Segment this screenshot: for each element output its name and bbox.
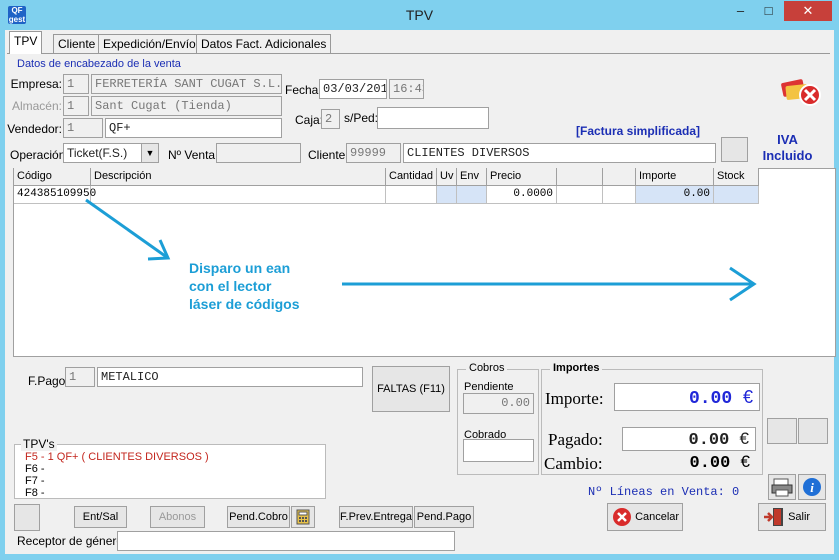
calculator-icon[interactable] [291, 506, 315, 528]
annotation-line1: Disparo un ean [189, 260, 291, 276]
cobros-title: Cobros [466, 362, 508, 374]
salir-button[interactable]: Salir [758, 503, 826, 531]
tab-tpv[interactable]: TPV [9, 31, 43, 54]
annotation-line2: con el lector [189, 278, 272, 294]
pagado-field[interactable]: 0.00 € [622, 427, 756, 451]
bottom-left-button[interactable] [14, 504, 40, 531]
fprev-entrega-button[interactable]: F.Prev.Entrega [339, 506, 413, 528]
printer-icon[interactable] [768, 474, 796, 500]
abonos-button[interactable]: Abonos [150, 506, 205, 528]
info-icon[interactable]: i [798, 474, 826, 500]
cambio-label: Cambio: [544, 454, 603, 473]
pendpago-button[interactable]: Pend.Pago [414, 506, 474, 528]
fpago-name-field[interactable]: METALICO [97, 367, 363, 387]
cancel-icon [613, 508, 631, 527]
cancelar-label: Cancelar [635, 511, 680, 523]
pendiente-label: Pendiente [464, 381, 514, 393]
importe-currency: € [742, 387, 753, 407]
svg-text:i: i [810, 480, 814, 495]
receptor-field[interactable] [117, 531, 455, 551]
side-button-right[interactable] [798, 418, 828, 444]
fpago-code-field[interactable]: 1 [65, 367, 95, 387]
pagado-value: 0.00 [688, 431, 730, 450]
pagado-currency: € [739, 429, 749, 448]
faltas-button[interactable]: FALTAS (F11) [372, 366, 450, 412]
annotation-line3: láser de códigos [189, 296, 300, 312]
importe-value: 0.00 [688, 389, 733, 409]
lineas-venta: Nº Líneas en Venta: 0 [588, 485, 740, 499]
importe-field[interactable]: 0.00 € [614, 383, 760, 411]
cambio-value: 0.00 [689, 454, 731, 473]
tpv-f6[interactable]: F6 - [25, 463, 45, 475]
pendcobro-button[interactable]: Pend.Cobro [227, 506, 290, 528]
salir-label: Salir [788, 511, 811, 523]
side-button-left[interactable] [767, 418, 797, 444]
importe-label: Importe: [545, 389, 604, 408]
receptor-label: Receptor de género [17, 534, 124, 548]
tpvs-title: TPV's [21, 437, 57, 451]
importes-title: Importes [550, 362, 603, 374]
cambio-value-box: 0.00 € [622, 452, 756, 476]
cobrado-field[interactable] [463, 439, 534, 462]
fpago-label: F.Pago [28, 374, 66, 388]
cancelar-button[interactable]: Cancelar [607, 503, 683, 531]
pagado-label: Pagado: [548, 430, 603, 449]
entsal-button[interactable]: Ent/Sal [74, 506, 127, 528]
tpv-f8[interactable]: F8 - [25, 487, 45, 499]
tpv-f5[interactable]: F5 - 1 QF+ ( CLIENTES DIVERSOS ) [25, 451, 209, 463]
cambio-currency: € [740, 452, 750, 471]
tpv-f7[interactable]: F7 - [25, 475, 45, 487]
exit-door-icon [764, 508, 783, 527]
pendiente-field[interactable]: 0.00 [463, 393, 534, 414]
